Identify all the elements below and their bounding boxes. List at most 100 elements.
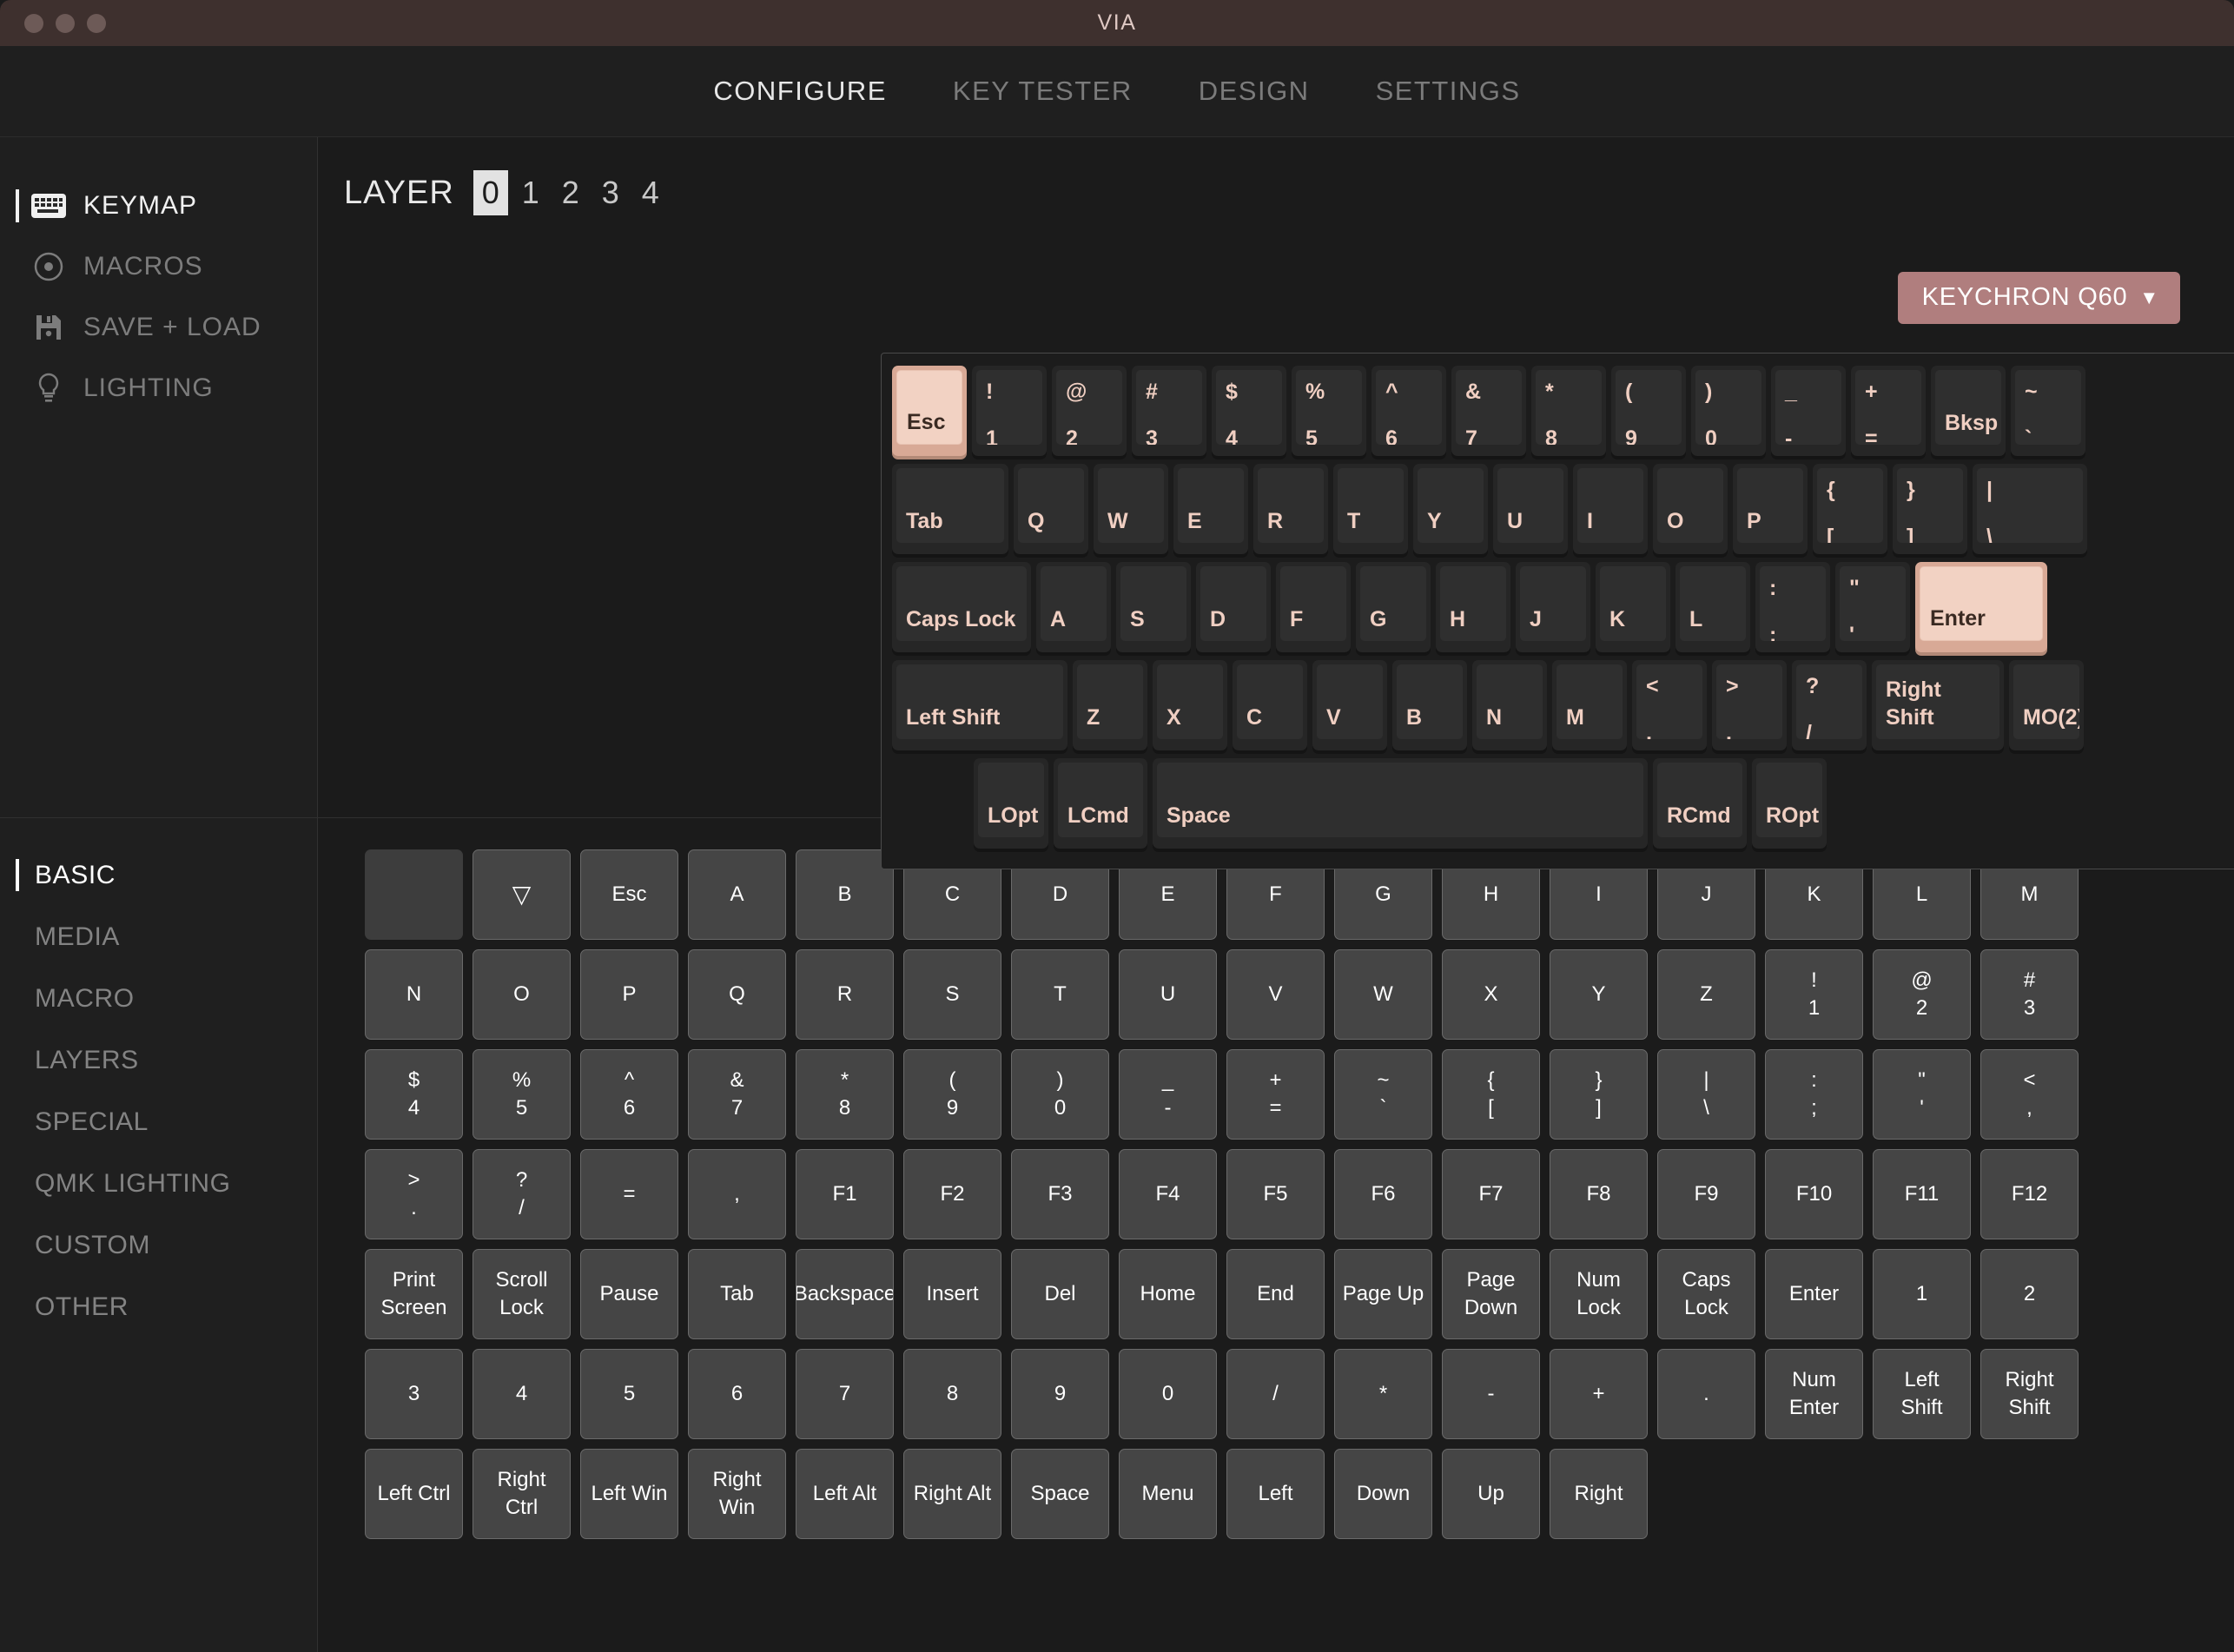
keymap-key[interactable]: $4	[1212, 366, 1286, 456]
keymap-key[interactable]: LCmd	[1054, 758, 1147, 849]
sidebar-item-keymap[interactable]: KEYMAP	[0, 175, 317, 236]
keymap-key[interactable]: MO(2)	[2009, 660, 2084, 750]
keycode-button[interactable]: Space	[1011, 1449, 1109, 1539]
keycode-button[interactable]: F6	[1334, 1149, 1432, 1239]
layer-button-1[interactable]: 1	[513, 170, 548, 215]
tab-settings[interactable]: SETTINGS	[1343, 76, 1554, 107]
category-macro[interactable]: MACRO	[0, 968, 317, 1029]
keycode-button[interactable]: 6	[688, 1349, 786, 1439]
keymap-key[interactable]: P	[1733, 464, 1808, 554]
keycode-button[interactable]: Caps Lock	[1657, 1249, 1755, 1339]
keycode-button[interactable]: #3	[1980, 949, 2079, 1040]
keymap-key[interactable]: V	[1312, 660, 1387, 750]
layer-button-2[interactable]: 2	[553, 170, 588, 215]
keycode-button[interactable]: F3	[1011, 1149, 1109, 1239]
category-qmk-lighting[interactable]: QMK LIGHTING	[0, 1153, 317, 1214]
keycode-button[interactable]: ,	[688, 1149, 786, 1239]
sidebar-item-save-load[interactable]: SAVE + LOAD	[0, 297, 317, 358]
keymap-key[interactable]: & 7	[1451, 366, 1526, 456]
keymap-key[interactable]: + =	[1851, 366, 1926, 456]
keycode-button[interactable]: Num Lock	[1550, 1249, 1648, 1339]
keycode-button[interactable]: {[	[1442, 1049, 1540, 1140]
keymap-key[interactable]: I	[1573, 464, 1648, 554]
keycode-button[interactable]: ~ `	[1334, 1049, 1432, 1140]
keymap-key[interactable]: L	[1676, 562, 1750, 652]
keymap-key[interactable]: #3	[1132, 366, 1206, 456]
keycode-button[interactable]: Left Alt	[796, 1449, 894, 1539]
keycode-button[interactable]: ! 1	[1765, 949, 1863, 1040]
keymap-key[interactable]: G	[1356, 562, 1431, 652]
keycode-button[interactable]: Enter	[1765, 1249, 1863, 1339]
keycode-button[interactable]: Page Down	[1442, 1249, 1540, 1339]
keymap-key[interactable]: N	[1472, 660, 1547, 750]
keycode-button[interactable]: Right	[1550, 1449, 1648, 1539]
keymap-key[interactable]: ROpt	[1752, 758, 1827, 849]
keycode-button[interactable]: Down	[1334, 1449, 1432, 1539]
keymap-key[interactable]: ^ 6	[1371, 366, 1446, 456]
keycode-button[interactable]: 3	[365, 1349, 463, 1439]
keymap-key[interactable]: ? /	[1792, 660, 1867, 750]
keymap-key[interactable]: ) 0	[1691, 366, 1766, 456]
keycode-button[interactable]: Del	[1011, 1249, 1109, 1339]
keymap-key[interactable]: LOpt	[974, 758, 1048, 849]
keymap-key[interactable]: A	[1036, 562, 1111, 652]
keycode-button[interactable]: 7	[796, 1349, 894, 1439]
keycode-button[interactable]: U	[1119, 949, 1217, 1040]
keycode-button[interactable]: }]	[1550, 1049, 1648, 1140]
tab-key-tester[interactable]: KEY TESTER	[920, 76, 1166, 107]
keymap-key[interactable]: H	[1436, 562, 1510, 652]
sidebar-item-lighting[interactable]: LIGHTING	[0, 358, 317, 419]
keycode-button[interactable]: F11	[1873, 1149, 1971, 1239]
keycode-button[interactable]: A	[688, 849, 786, 940]
keycode-button[interactable]: *	[1334, 1349, 1432, 1439]
keycode-button[interactable]: Left Shift	[1873, 1349, 1971, 1439]
category-layers[interactable]: LAYERS	[0, 1029, 317, 1091]
keycode-button[interactable]: 5	[580, 1349, 678, 1439]
keycode-button[interactable]: | \	[1657, 1049, 1755, 1140]
keycode-button[interactable]: $4	[365, 1049, 463, 1140]
keymap-key[interactable]: R	[1253, 464, 1328, 554]
keycode-button[interactable]: Pause	[580, 1249, 678, 1339]
keycode-button[interactable]: T	[1011, 949, 1109, 1040]
keycode-button[interactable]: Left Ctrl	[365, 1449, 463, 1539]
keycode-button[interactable]: =	[580, 1149, 678, 1239]
keycode-button[interactable]: -	[1442, 1349, 1540, 1439]
keycode-button[interactable]: End	[1226, 1249, 1325, 1339]
keycode-button[interactable]: 1	[1873, 1249, 1971, 1339]
keycode-button[interactable]: Left Win	[580, 1449, 678, 1539]
keymap-key[interactable]: Right Shift	[1872, 660, 2004, 750]
keymap-key[interactable]: <,	[1632, 660, 1707, 750]
keymap-key[interactable]: U	[1493, 464, 1568, 554]
keycode-button[interactable]: 0	[1119, 1349, 1217, 1439]
keyboard-device-select[interactable]: KEYCHRON Q60 ▼	[1897, 272, 2180, 324]
keycode-button[interactable]: Page Up	[1334, 1249, 1432, 1339]
keymap-key[interactable]: _ -	[1771, 366, 1846, 456]
keycode-button[interactable]: +	[1550, 1349, 1648, 1439]
keycode-button[interactable]: ) 0	[1011, 1049, 1109, 1140]
keycode-button[interactable]: .	[1657, 1349, 1755, 1439]
keycode-button[interactable]: Print Screen	[365, 1249, 463, 1339]
keycode-button[interactable]: Right Alt	[903, 1449, 1001, 1539]
keycode-button[interactable]: F9	[1657, 1149, 1755, 1239]
keymap-key[interactable]: Bksp	[1931, 366, 2006, 456]
keymap-key[interactable]: % 5	[1292, 366, 1366, 456]
keycode-button[interactable]: :;	[1765, 1049, 1863, 1140]
keycode-button[interactable]: F5	[1226, 1149, 1325, 1239]
keycode-button[interactable]: F12	[1980, 1149, 2079, 1239]
category-basic[interactable]: BASIC	[0, 844, 317, 906]
keymap-key[interactable]: Esc	[892, 366, 967, 456]
category-media[interactable]: MEDIA	[0, 906, 317, 968]
keycode-button[interactable]: Esc	[580, 849, 678, 940]
category-other[interactable]: OTHER	[0, 1276, 317, 1338]
tab-design[interactable]: DESIGN	[1166, 76, 1343, 107]
keycode-button[interactable]: O	[473, 949, 571, 1040]
keycode-button[interactable]: F1	[796, 1149, 894, 1239]
keycode-button[interactable]: /	[1226, 1349, 1325, 1439]
keymap-key[interactable]: :;	[1755, 562, 1830, 652]
keycode-button[interactable]: * 8	[796, 1049, 894, 1140]
keycode-button[interactable]: 2	[1980, 1249, 2079, 1339]
keycode-button[interactable]: Home	[1119, 1249, 1217, 1339]
keycode-button[interactable]: Menu	[1119, 1449, 1217, 1539]
keymap-key[interactable]: >.	[1712, 660, 1787, 750]
keymap-key[interactable]: B	[1392, 660, 1467, 750]
